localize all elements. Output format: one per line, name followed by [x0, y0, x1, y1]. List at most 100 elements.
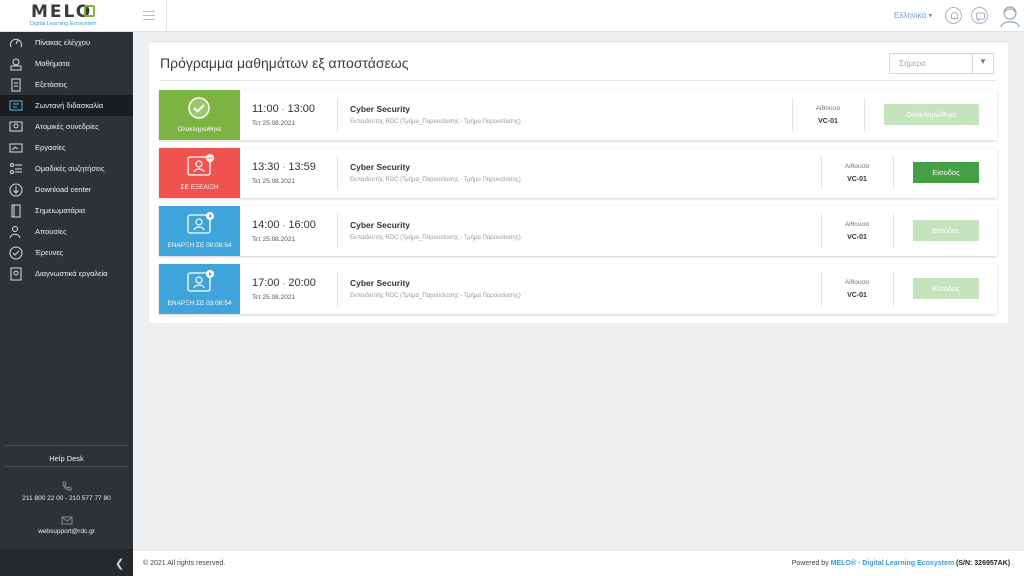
- completed-button[interactable]: Ολοκληρώθηκε: [884, 104, 979, 125]
- logo[interactable]: MELO Digital Learning Ecosystem: [0, 0, 133, 32]
- status-badge: ΕΝΑΡΞΗ ΣΕ 00:08:54: [159, 206, 240, 256]
- instructor-name: Εκπαιδευτής RDC (Τμήμα_Παρουσίασης - Τμή…: [350, 119, 521, 125]
- powered-brand-link[interactable]: MELO® - Digital Learning Ecosystem: [831, 560, 954, 567]
- logo-mark-icon: [84, 5, 95, 17]
- start-time: 11:00: [252, 103, 279, 115]
- exams-icon: [9, 78, 23, 92]
- group-discussions-icon: [9, 162, 23, 176]
- date-filter-select[interactable]: Σήμερα ▼: [889, 53, 994, 74]
- sidebar-item-individual-sessions[interactable]: Ατομικές συνεδρίες: [0, 116, 133, 137]
- check-circle-icon: [187, 96, 211, 120]
- end-time: 13:00: [287, 103, 316, 115]
- session-time: 11:00 - 13:00: [252, 103, 316, 115]
- sidebar-item-exams[interactable]: Εξετάσεις: [0, 74, 133, 95]
- language-selector[interactable]: Ελληνικά ▾: [894, 11, 932, 20]
- status-badge: ΕΝΑΡΞΗ ΣΕ 03:08:54: [159, 264, 240, 314]
- sidebar-item-group-discussions[interactable]: Ομαδικές συζητήσεις: [0, 158, 133, 179]
- schedule-panel: Πρόγραμμα μαθημάτων εξ αποστάσεως Σήμερα…: [149, 43, 1008, 323]
- room-label: Αίθουσα: [844, 163, 870, 170]
- start-time: 13:30: [252, 161, 280, 173]
- chat-icon[interactable]: [971, 7, 988, 24]
- footer: © 2021 All rights reserved. Powered by M…: [133, 550, 1024, 576]
- status-badge: Ολοκληρώθηκε: [159, 90, 240, 140]
- session-time: 17:00 - 20:00: [252, 277, 316, 289]
- instructor-name: Εκπαιδευτής RDC (Τμήμα_Παρουσίασης - Τμή…: [350, 235, 521, 241]
- top-header: MELO Digital Learning Ecosystem Ελληνικά…: [0, 0, 1024, 32]
- sidebar-item-download-center[interactable]: Download center: [0, 179, 133, 200]
- sidebar-item-label: Έρευνες: [35, 248, 64, 257]
- video-play-icon: [187, 212, 214, 236]
- session-time: 14:00 - 16:00: [252, 219, 316, 231]
- session-time: 13:30 - 13:59: [252, 161, 316, 173]
- enter-button[interactable]: Είσοδος: [913, 278, 979, 299]
- live-teaching-icon: [9, 99, 23, 113]
- room-label: Αίθουσα: [844, 221, 870, 228]
- chevron-down-icon[interactable]: ▼: [979, 57, 987, 66]
- help-desk-title: Help Desk: [49, 454, 84, 463]
- card-divider: [337, 214, 338, 248]
- sidebar-item-courses[interactable]: Μαθήματα: [0, 53, 133, 74]
- card-divider: [893, 214, 894, 248]
- sidebar-item-label: Ζωντανή διδασκαλία: [35, 101, 104, 110]
- card-divider: [337, 272, 338, 306]
- end-time: 20:00: [288, 277, 316, 289]
- course-name: Cyber Security: [350, 278, 410, 288]
- sidebar-item-label: Ατομικές συνεδρίες: [35, 122, 99, 131]
- start-time: 14:00: [252, 219, 280, 231]
- session-card: Ολοκληρώθηκε 11:00 - 13:00 Τετ 25.08.202…: [159, 90, 997, 140]
- user-avatar-icon[interactable]: [999, 4, 1021, 28]
- dashboard-gauge-icon: [9, 36, 23, 50]
- mail-icon: [61, 513, 73, 525]
- sidebar-divider: [5, 466, 128, 467]
- end-time: 16:00: [288, 219, 316, 231]
- room-label: Αίθουσα: [844, 279, 870, 286]
- serial-number: (S/N: 326957AK): [956, 560, 1011, 567]
- card-divider: [792, 98, 793, 132]
- sidebar-item-diagnostic-tools[interactable]: Διαγνωστικά εργαλεία: [0, 263, 133, 284]
- status-label: ΕΝΑΡΞΗ ΣΕ 03:08:54: [167, 300, 232, 307]
- sidebar-item-dashboard[interactable]: Πίνακας ελέγχου: [0, 32, 133, 53]
- card-divider: [821, 156, 822, 190]
- help-email[interactable]: websupport@rdc.gr: [0, 528, 133, 535]
- download-icon: [9, 183, 23, 197]
- sidebar-item-surveys[interactable]: Έρευνες: [0, 242, 133, 263]
- surveys-icon: [9, 246, 23, 260]
- card-divider: [821, 214, 822, 248]
- session-card: ΕΝΑΡΞΗ ΣΕ 03:08:54 17:00 - 20:00 Τετ 25.…: [159, 264, 997, 314]
- session-date: Τετ 25.08.2021: [252, 178, 296, 185]
- menu-toggle-icon[interactable]: [143, 11, 155, 20]
- assignments-icon: [9, 141, 23, 155]
- header-divider: [166, 0, 167, 32]
- session-date: Τετ 25.08.2021: [252, 120, 296, 127]
- sidebar-collapse-bar[interactable]: ❮: [0, 549, 133, 576]
- date-filter-value: Σήμερα: [899, 59, 926, 68]
- card-divider: [864, 98, 865, 132]
- course-name: Cyber Security: [350, 104, 410, 114]
- session-date: Τετ 25.08.2021: [252, 294, 296, 301]
- end-time: 13:59: [288, 161, 316, 173]
- room-value: VC-01: [847, 176, 867, 183]
- sidebar-item-assignments[interactable]: Εργασίες: [0, 137, 133, 158]
- sidebar-item-notebooks[interactable]: Σημειωματάρια: [0, 200, 133, 221]
- chevron-left-icon[interactable]: ❮: [115, 557, 124, 570]
- title-divider: [160, 80, 997, 81]
- live-session-icon: [187, 154, 214, 178]
- absences-icon: [9, 225, 23, 239]
- enter-button[interactable]: Είσοδος: [913, 162, 979, 183]
- phone-icon: [61, 479, 73, 491]
- powered-suffix: .: [1012, 560, 1014, 567]
- sidebar-divider: [5, 445, 128, 446]
- sidebar: Πίνακας ελέγχου Μαθήματα Εξετάσεις Ζωντα…: [0, 32, 133, 576]
- sidebar-item-live-teaching[interactable]: Ζωντανή διδασκαλία: [0, 95, 133, 116]
- status-label: ΣΕ ΕΞΕΛΙΞΗ: [180, 184, 219, 191]
- enter-button[interactable]: Είσοδος: [913, 220, 979, 241]
- courses-icon: [9, 57, 23, 71]
- room-value: VC-01: [847, 292, 867, 299]
- status-label: ΕΝΑΡΞΗ ΣΕ 00:08:54: [167, 242, 232, 249]
- notebook-icon: [9, 204, 23, 218]
- sidebar-item-absences[interactable]: Απουσίες: [0, 221, 133, 242]
- instructor-name: Εκπαιδευτής RDC (Τμήμα_Παρουσίασης - Τμή…: [350, 177, 521, 183]
- bell-icon[interactable]: [945, 7, 962, 24]
- language-label: Ελληνικά: [894, 11, 927, 20]
- instructor-name: Εκπαιδευτής RDC (Τμήμα_Παρουσίασης - Τμή…: [350, 293, 521, 299]
